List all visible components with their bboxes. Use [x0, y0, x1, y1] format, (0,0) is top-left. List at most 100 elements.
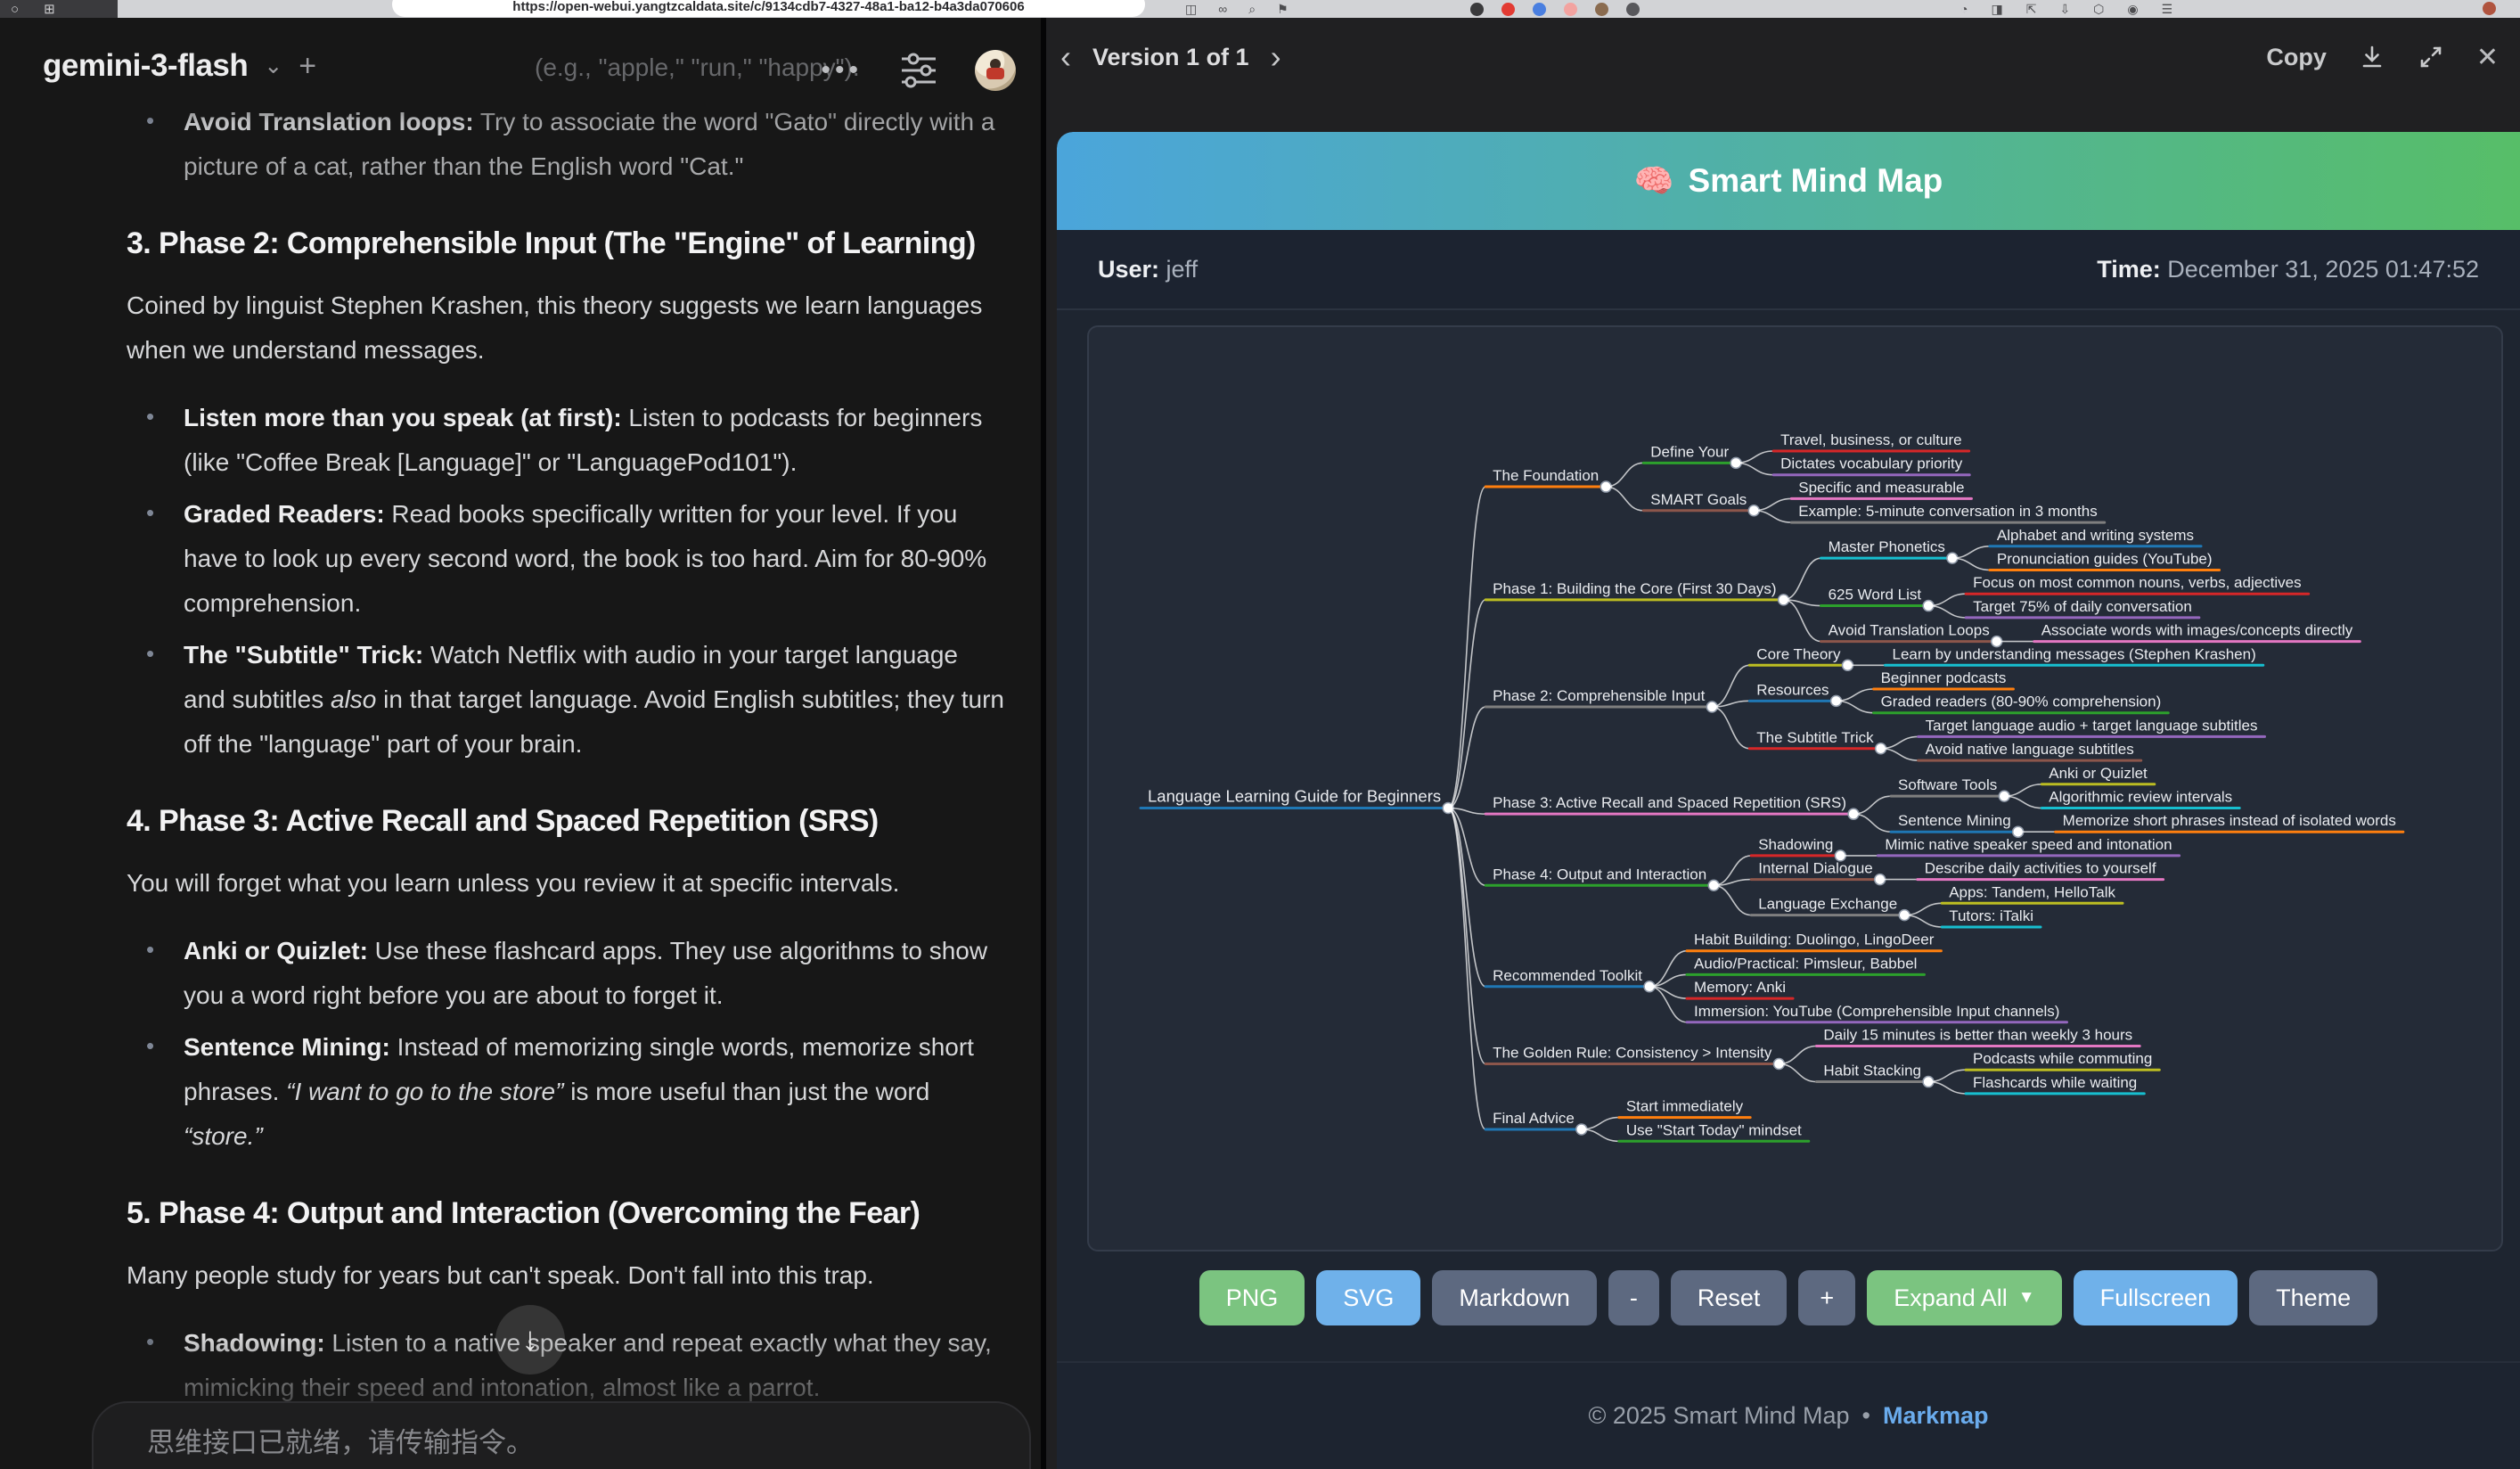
menu-icon[interactable]: ☰ — [2162, 2, 2173, 17]
markdown-button[interactable]: Markdown — [1432, 1270, 1597, 1325]
mindmap-node-label[interactable]: The Foundation — [1493, 467, 1599, 484]
mindmap-node-label[interactable]: SMART Goals — [1650, 491, 1747, 508]
mindmap-node-label[interactable]: Target 75% of daily conversation — [1973, 598, 2192, 615]
mindmap-node-label[interactable]: Graded readers (80-90% comprehension) — [1881, 693, 2162, 710]
mindmap-node-label[interactable]: Immersion: YouTube (Comprehensible Input… — [1694, 1003, 2059, 1020]
user-avatar[interactable] — [975, 50, 1016, 91]
mindmap-node-label[interactable]: Use "Start Today" mindset — [1626, 1121, 1802, 1138]
address-bar[interactable]: https://open-webui.yangtzcaldata.site/c/… — [392, 0, 1145, 17]
link-icon[interactable]: ∞ — [1218, 2, 1227, 16]
mindmap-node-label[interactable]: Podcasts while commuting — [1973, 1050, 2152, 1067]
mindmap-node-label[interactable]: Apps: Tandem, HelloTalk — [1949, 883, 2115, 900]
chevron-down-icon[interactable]: ⌄ — [264, 53, 282, 79]
mindmap-node-label[interactable]: Recommended Toolkit — [1493, 967, 1642, 984]
mindmap-node-label[interactable]: Memorize short phrases instead of isolat… — [2063, 812, 2396, 829]
blue-extension-icon[interactable] — [1533, 3, 1546, 16]
reload-icon[interactable]: ○ — [11, 2, 19, 17]
mindmap-node-label[interactable]: Daily 15 minutes is better than weekly 3… — [1823, 1027, 2132, 1044]
mindmap-node-label[interactable]: Language Exchange — [1758, 896, 1897, 913]
mindmap-node-label[interactable]: Internal Dialogue — [1758, 860, 1873, 877]
mindmap-node-label[interactable]: Tutors: iTalki — [1949, 907, 2033, 924]
mindmap-node-label[interactable]: Final Advice — [1493, 1110, 1575, 1127]
mindmap-node-label[interactable]: Avoid native language subtitles — [1926, 741, 2134, 758]
brown-extension-icon[interactable] — [1595, 3, 1608, 16]
copy-button[interactable]: Copy — [2266, 44, 2327, 71]
new-chat-icon[interactable]: + — [299, 49, 316, 84]
panel-divider[interactable] — [1041, 18, 1046, 1469]
pink-extension-icon[interactable] — [1564, 3, 1577, 16]
bookmark-icon[interactable]: ⚑ — [1277, 2, 1289, 17]
mindmap-node-label[interactable]: Algorithmic review intervals — [2049, 789, 2232, 806]
mindmap-node-label[interactable]: Habit Building: Duolingo, LingoDeer — [1694, 931, 1935, 948]
mindmap-node-label[interactable]: Pronunciation guides (YouTube) — [1997, 551, 2213, 568]
mindmap-node-label[interactable]: Master Phonetics — [1829, 538, 1945, 555]
svg-button[interactable]: SVG — [1316, 1270, 1420, 1325]
mindmap-node-label[interactable]: Core Theory — [1756, 645, 1841, 662]
next-version-icon[interactable]: › — [1271, 41, 1281, 73]
mindmap-node-label[interactable]: Phase 3: Active Recall and Spaced Repeti… — [1493, 794, 1846, 811]
zoom-in-button[interactable]: + — [1798, 1270, 1855, 1325]
png-button[interactable]: PNG — [1199, 1270, 1305, 1325]
model-name[interactable]: gemini-3-flash — [43, 48, 248, 84]
mindmap-node-label[interactable]: Specific and measurable — [1798, 479, 1964, 496]
mindmap-node-label[interactable]: Language Learning Guide for Beginners — [1148, 787, 1441, 806]
close-icon[interactable]: ✕ — [2476, 42, 2499, 73]
chat-input[interactable] — [145, 1426, 951, 1460]
mindmap-node-label[interactable]: Audio/Practical: Pimsleur, Babbel — [1694, 955, 1917, 972]
cast-icon[interactable]: ⇱ — [2026, 2, 2037, 17]
downloads-icon[interactable]: ⇩ — [2059, 2, 2070, 17]
mindmap-node-label[interactable]: Define Your — [1650, 443, 1729, 460]
mindmap-node-label[interactable]: Travel, business, or culture — [1780, 431, 1961, 448]
reset-button[interactable]: Reset — [1671, 1270, 1788, 1325]
mindmap-node-label[interactable]: Memory: Anki — [1694, 979, 1786, 996]
extensions-icon[interactable]: ⬡ — [2093, 2, 2104, 17]
markmap-link[interactable]: Markmap — [1883, 1402, 1989, 1430]
mindmap-canvas[interactable]: Language Learning Guide for Beginners The… — [1087, 325, 2503, 1252]
mindmap-node-label[interactable]: The Subtitle Trick — [1756, 729, 1874, 746]
tab-grid-icon[interactable]: ⊞ — [44, 1, 55, 17]
fullscreen-icon[interactable] — [2418, 44, 2444, 70]
fullscreen-button[interactable]: Fullscreen — [2074, 1270, 2238, 1325]
mindmap-node-label[interactable]: Start immediately — [1626, 1098, 1744, 1115]
mindmap-node-label[interactable]: Software Tools — [1898, 776, 1997, 793]
mindmap-node-label[interactable]: 625 Word List — [1829, 587, 1922, 603]
panels-icon[interactable]: ◨ — [1991, 2, 2002, 17]
mindmap-node-label[interactable]: Anki or Quizlet — [2049, 765, 2148, 782]
scroll-to-bottom-button[interactable]: ↓ — [495, 1305, 565, 1375]
search-icon[interactable]: ⌕ — [1248, 2, 1256, 17]
mindmap-node-label[interactable]: Shadowing — [1758, 836, 1833, 853]
mindmap-node-label[interactable]: Describe daily activities to yourself — [1925, 860, 2156, 877]
mindmap-node-label[interactable]: Phase 1: Building the Core (First 30 Day… — [1493, 580, 1776, 597]
split-view-icon[interactable]: ◫ — [1185, 2, 1197, 17]
mindmap-node-label[interactable]: Associate words with images/concepts dir… — [2041, 622, 2353, 639]
mindmap-node-label[interactable]: Focus on most common nouns, verbs, adjec… — [1973, 574, 2302, 591]
expand-all-button[interactable]: Expand All▼ — [1867, 1270, 2061, 1325]
download-icon[interactable] — [2359, 44, 2385, 70]
dark-extension-icon[interactable] — [1626, 3, 1640, 16]
zoom-out-button[interactable]: - — [1608, 1270, 1659, 1325]
mindmap-node-label[interactable]: Target language audio + target language … — [1926, 717, 2258, 734]
mindmap-node-label[interactable]: Beginner podcasts — [1881, 669, 2007, 686]
mindmap-node-label[interactable]: Learn by understanding messages (Stephen… — [1892, 645, 2255, 662]
model-selector[interactable]: gemini-3-flash ⌄ + — [43, 48, 316, 84]
mindmap-node-label[interactable]: Dictates vocabulary priority — [1780, 455, 1963, 472]
mindmap-node-label[interactable]: Sentence Mining — [1898, 812, 2011, 829]
extension-icon[interactable] — [2483, 2, 2496, 15]
mask-extension-icon[interactable] — [1470, 3, 1484, 16]
red-extension-icon[interactable] — [1501, 3, 1515, 16]
notifications-icon[interactable]: ◔ — [1960, 2, 1968, 16]
chat-controls-icon[interactable] — [898, 52, 939, 89]
mindmap-node-label[interactable]: Habit Stacking — [1823, 1063, 1921, 1079]
mindmap-node-label[interactable]: Alphabet and writing systems — [1997, 527, 2194, 544]
browser-last-icon[interactable] — [2483, 2, 2496, 20]
mindmap-node-label[interactable]: Resources — [1756, 681, 1829, 698]
previous-version-icon[interactable]: ‹ — [1060, 41, 1071, 73]
mindmap-node-label[interactable]: Phase 2: Comprehensible Input — [1493, 687, 1705, 704]
theme-button[interactable]: Theme — [2249, 1270, 2377, 1325]
mindmap-node-label[interactable]: Flashcards while waiting — [1973, 1074, 2137, 1091]
more-options-icon[interactable]: ••• — [821, 55, 863, 86]
mindmap-node-label[interactable]: Avoid Translation Loops — [1829, 622, 1990, 639]
mindmap-node-label[interactable]: Mimic native speaker speed and intonatio… — [1885, 836, 2172, 853]
mindmap-node-label[interactable]: Example: 5-minute conversation in 3 mont… — [1798, 503, 2097, 520]
chat-input-container[interactable] — [92, 1401, 1031, 1469]
